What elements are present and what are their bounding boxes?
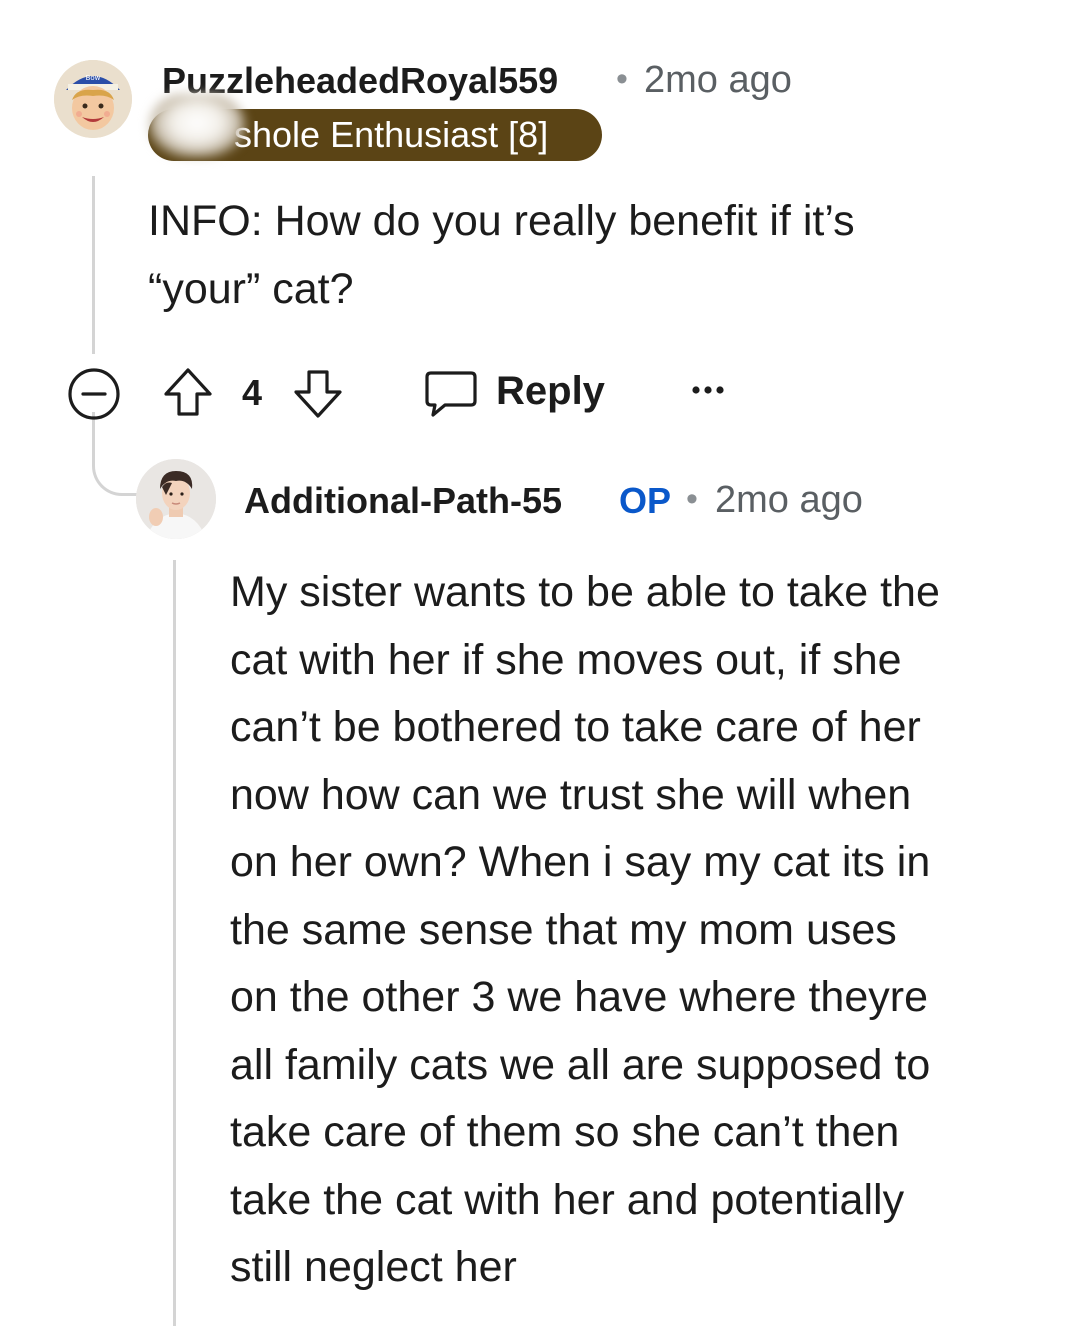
flair-redaction-blur: [148, 94, 246, 158]
comment-body: INFO: How do you really benefit if it’s …: [148, 197, 855, 313]
more-options-button[interactable]: [682, 370, 734, 410]
collapse-button[interactable]: [66, 366, 122, 422]
vote-score: 4: [242, 372, 263, 413]
separator-dot: •: [686, 480, 698, 518]
thread-line-reply[interactable]: [173, 560, 176, 1326]
avatar[interactable]: [136, 459, 216, 539]
chat-bubble-icon: [425, 371, 477, 417]
upvote-button[interactable]: [160, 364, 216, 420]
downvote-arrow-icon: [294, 370, 342, 418]
upvote-arrow-icon: [164, 368, 212, 416]
cartoon-boy-avatar-icon: Bow: [54, 60, 132, 138]
collapse-minus-icon: [68, 368, 120, 420]
comment-username[interactable]: Additional-Path-55: [244, 480, 562, 522]
reply-label[interactable]: Reply: [496, 369, 605, 414]
comment-timestamp: 2mo ago: [644, 59, 792, 101]
comment-body: My sister wants to be able to take the c…: [230, 568, 940, 1291]
thread-line-parent[interactable]: [92, 176, 95, 354]
svg-text:Bow: Bow: [86, 74, 101, 82]
separator-dot: •: [616, 60, 628, 98]
thread-line-connector: [92, 412, 140, 496]
ellipsis-icon: [692, 386, 724, 394]
comment-timestamp: 2mo ago: [715, 479, 863, 521]
reply-button[interactable]: [420, 364, 482, 422]
profile-photo-avatar-icon: [136, 459, 216, 539]
downvote-button[interactable]: [290, 366, 346, 422]
avatar[interactable]: Bow: [54, 60, 132, 138]
op-badge: OP: [619, 480, 672, 521]
